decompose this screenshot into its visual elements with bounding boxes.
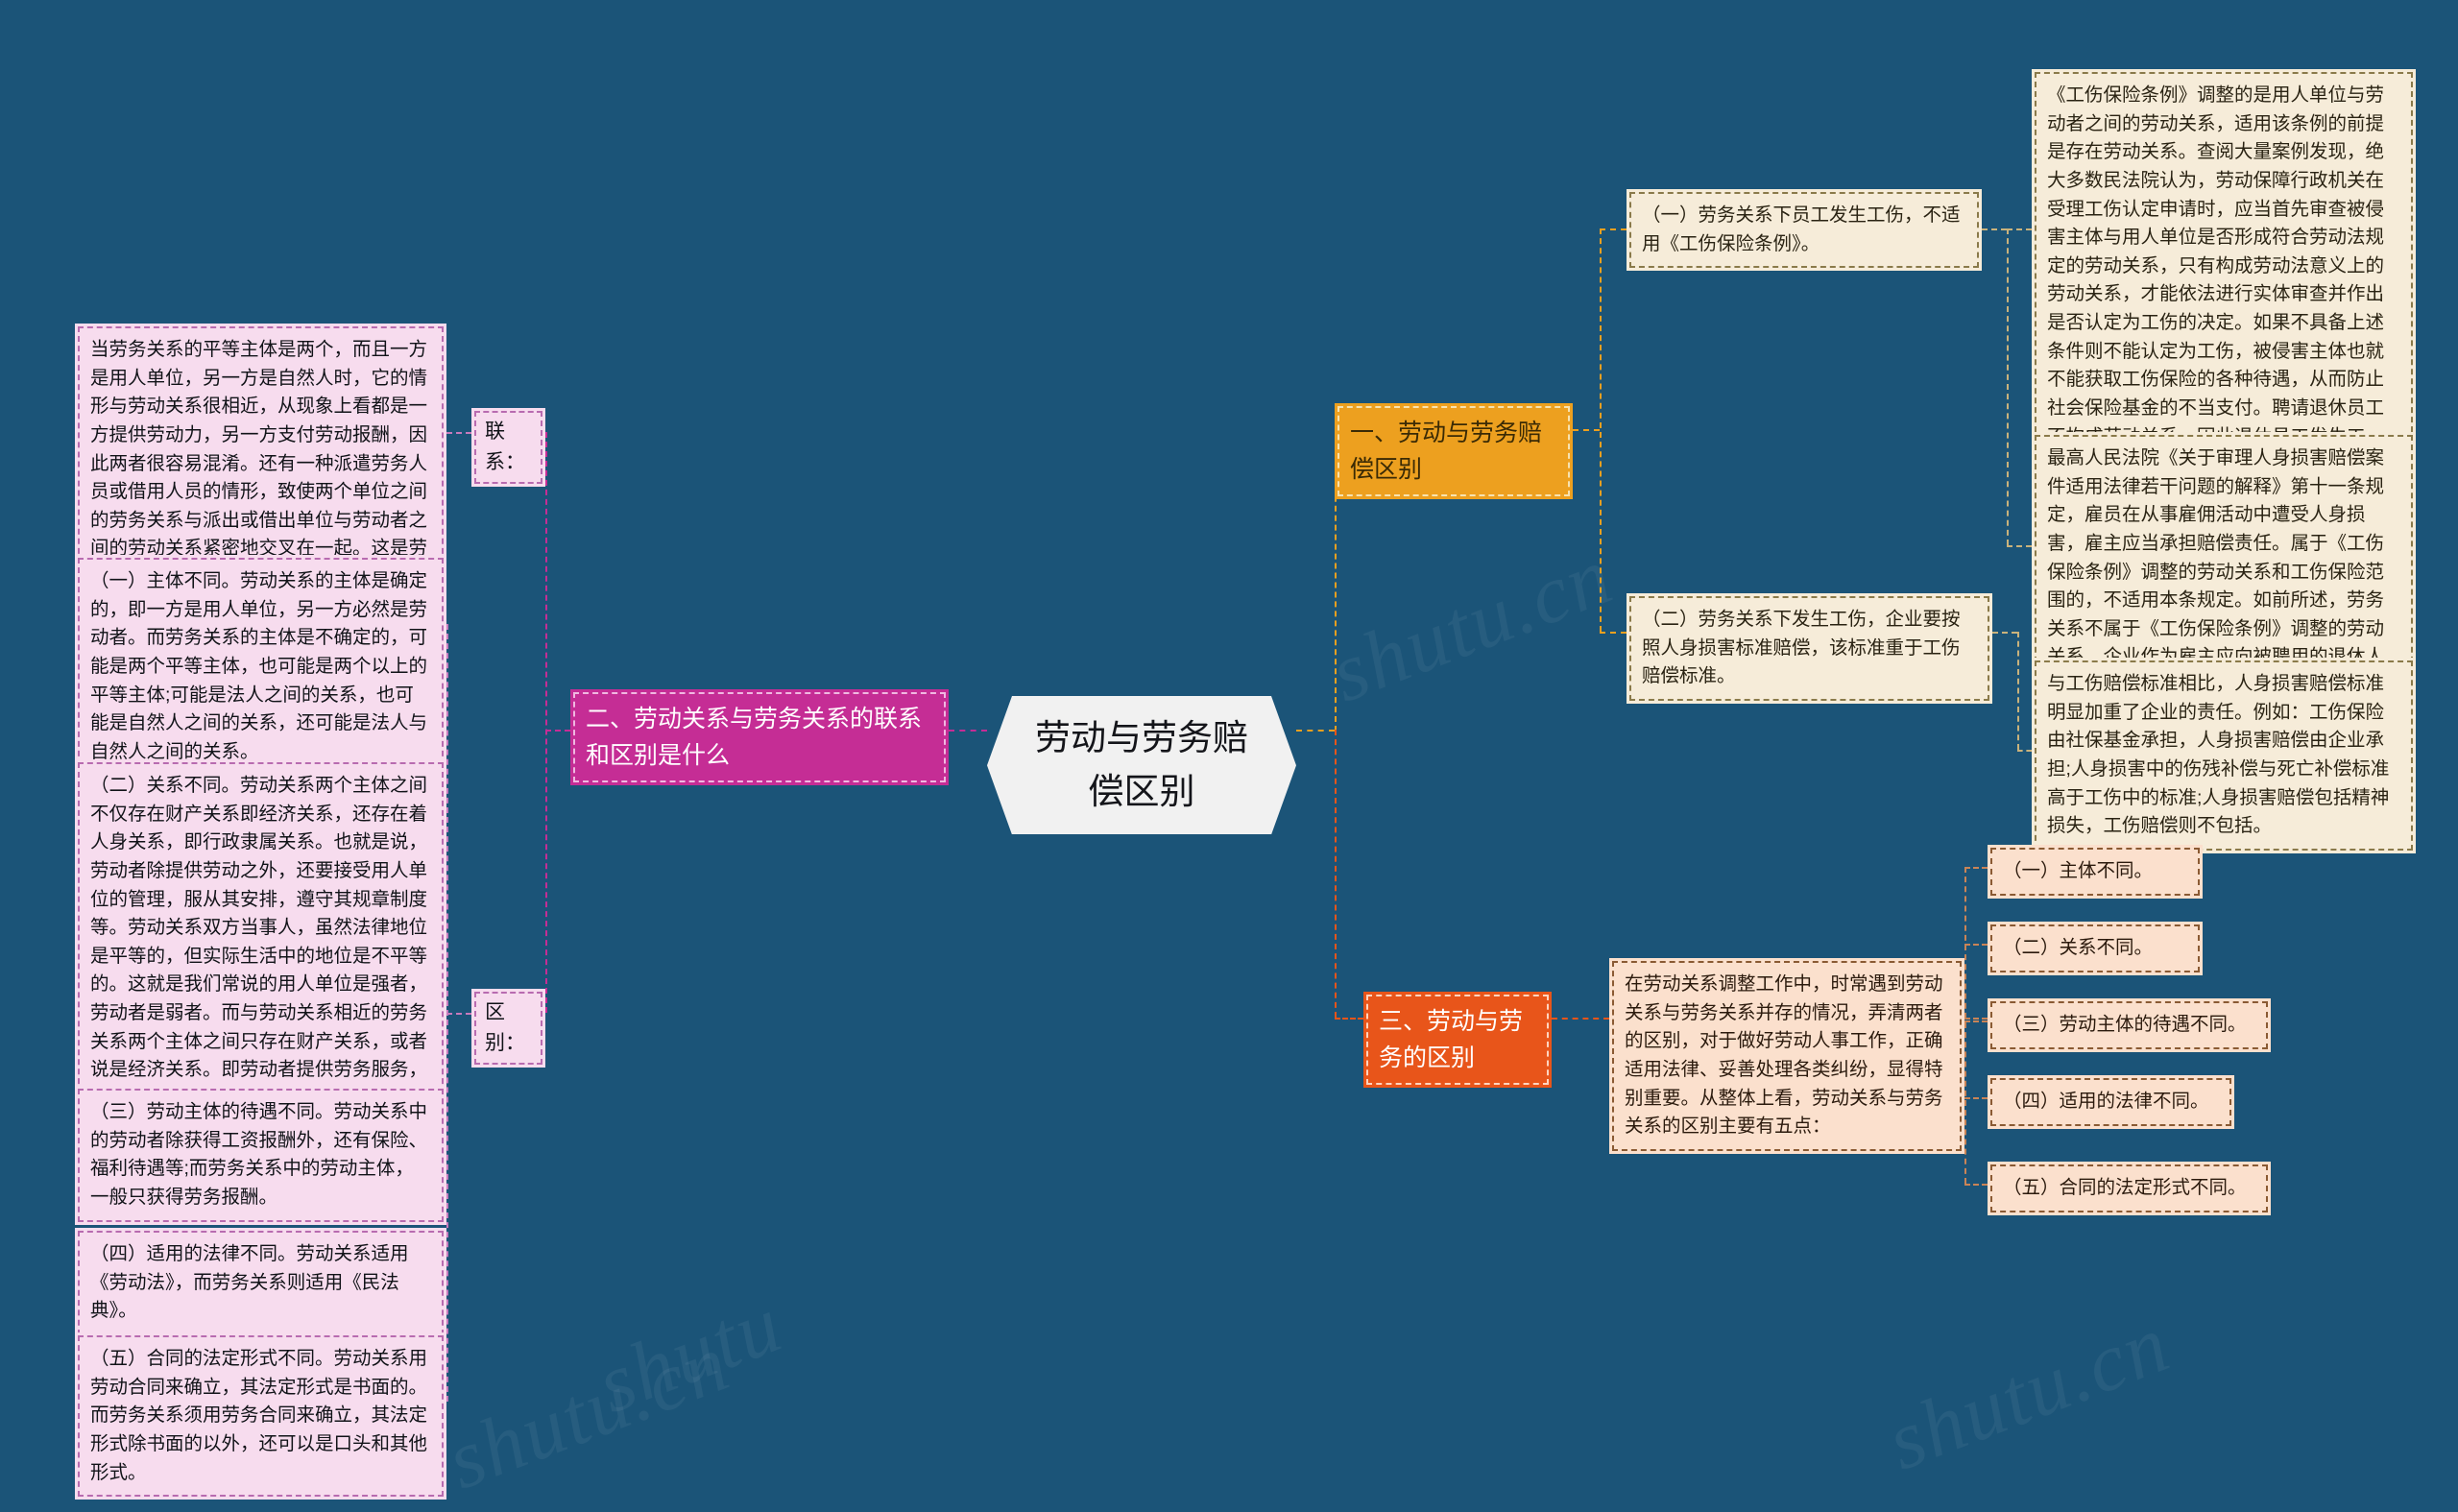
- connector-root-branch1: [1296, 730, 1335, 732]
- connector-b1c1-details-vert: [2007, 228, 2009, 545]
- branch-node-1[interactable]: 一、劳动与劳务赔偿区别: [1335, 403, 1573, 499]
- connector-branch3-out: [1552, 1018, 1609, 1020]
- connector-b2c1-out: [446, 432, 471, 434]
- connector-b3c1-details-vert: [1964, 867, 1966, 1184]
- connector-root-branch2: [949, 730, 987, 732]
- child-node-b1-c1[interactable]: （一）劳务关系下员工发生工伤，不适用《工伤保险条例》。: [1627, 189, 1982, 272]
- connector-b1c2-out: [1992, 632, 2017, 634]
- connector-b3c1d3-in: [1964, 1020, 1988, 1022]
- connector-branch1-children-vert: [1600, 228, 1602, 632]
- detail-node-b1-c1-d1[interactable]: 《工伤保险条例》调整的是用人单位与劳动者之间的劳动关系，适用该条例的前提是存在劳…: [2032, 69, 2416, 492]
- watermark: shutu.cn: [434, 1315, 742, 1507]
- detail-node-b3-c1-d4[interactable]: （四）适用的法律不同。: [1988, 1075, 2234, 1129]
- connector-branch3-in: [1335, 1018, 1363, 1020]
- watermark: shutu.cn: [1317, 528, 1626, 720]
- child-node-b2-c1[interactable]: 联系：: [471, 408, 545, 487]
- branch-node-2[interactable]: 二、劳动关系与劳务关系的联系和区别是什么: [570, 689, 949, 785]
- root-node[interactable]: 劳动与劳务赔偿区别: [987, 696, 1296, 834]
- detail-node-b2-c2-d4[interactable]: （四）适用的法律不同。劳动关系适用《劳动法》，而劳务关系则适用《民法典》。: [75, 1228, 446, 1338]
- detail-node-b2-c2-d5[interactable]: （五）合同的法定形式不同。劳动关系用劳动合同来确立，其法定形式是书面的。而劳务关…: [75, 1332, 446, 1500]
- child-node-b3-c1[interactable]: 在劳动关系调整工作中，时常遇到劳动关系与劳务关系并存的情况，弄清两者的区别，对于…: [1609, 958, 1964, 1154]
- connector-b3c1d2-in: [1964, 944, 1988, 946]
- detail-node-b3-c1-d5[interactable]: （五）合同的法定形式不同。: [1988, 1162, 2271, 1215]
- connector-root-branch3-vert: [1335, 730, 1337, 1018]
- connector-b1c2d1-in: [2017, 750, 2032, 752]
- detail-node-b1-c2-d1[interactable]: 与工伤赔偿标准相比，人身损害赔偿标准明显加重了企业的责任。例如：工伤保险由社保基…: [2032, 658, 2416, 853]
- connector-branch1-out: [1573, 429, 1600, 431]
- watermark: shutu.cn: [1874, 1296, 2182, 1488]
- mindmap-canvas: shutu.cn shutu.cn shutu.cn shutu.cn shut…: [0, 0, 2458, 1512]
- child-node-b2-c2[interactable]: 区别：: [471, 989, 545, 1068]
- connector-b2c2-details-vert: [446, 624, 448, 1402]
- connector-b1c1-out: [1982, 228, 2007, 230]
- connector-b1c2-in: [1600, 632, 1627, 634]
- watermark: shutu: [585, 1277, 795, 1430]
- connector-branch2-out: [545, 730, 570, 732]
- detail-node-b2-c2-d3[interactable]: （三）劳动主体的待遇不同。劳动关系中的劳动者除获得工资报酬外，还有保险、福利待遇…: [75, 1086, 446, 1225]
- branch-node-3[interactable]: 三、劳动与劳务的区别: [1363, 992, 1552, 1088]
- connector-branch2-children-vert: [545, 432, 547, 1013]
- child-node-b1-c2[interactable]: （二）劳务关系下发生工伤，企业要按照人身损害标准赔偿，该标准重于工伤赔偿标准。: [1627, 593, 1992, 704]
- connector-b3c1-out: [1964, 1018, 1988, 1020]
- connector-b1c1-in: [1600, 228, 1627, 230]
- connector-b1c1d2-in: [2007, 545, 2032, 547]
- connector-b3c1d4-in: [1964, 1097, 1988, 1099]
- detail-node-b3-c1-d2[interactable]: （二）关系不同。: [1988, 922, 2203, 975]
- detail-node-b3-c1-d3[interactable]: （三）劳动主体的待遇不同。: [1988, 998, 2271, 1052]
- connector-b2c2-out: [446, 1013, 471, 1015]
- connector-b1c2-details-vert: [2017, 632, 2019, 750]
- connector-b1c1d1-in: [2007, 228, 2032, 230]
- detail-node-b2-c2-d1[interactable]: （一）主体不同。劳动关系的主体是确定的，即一方是用人单位，另一方必然是劳动者。而…: [75, 555, 446, 780]
- connector-b3c1d1-in: [1964, 867, 1988, 869]
- connector-b3c1d5-in: [1964, 1184, 1988, 1186]
- detail-node-b3-c1-d1[interactable]: （一）主体不同。: [1988, 845, 2203, 899]
